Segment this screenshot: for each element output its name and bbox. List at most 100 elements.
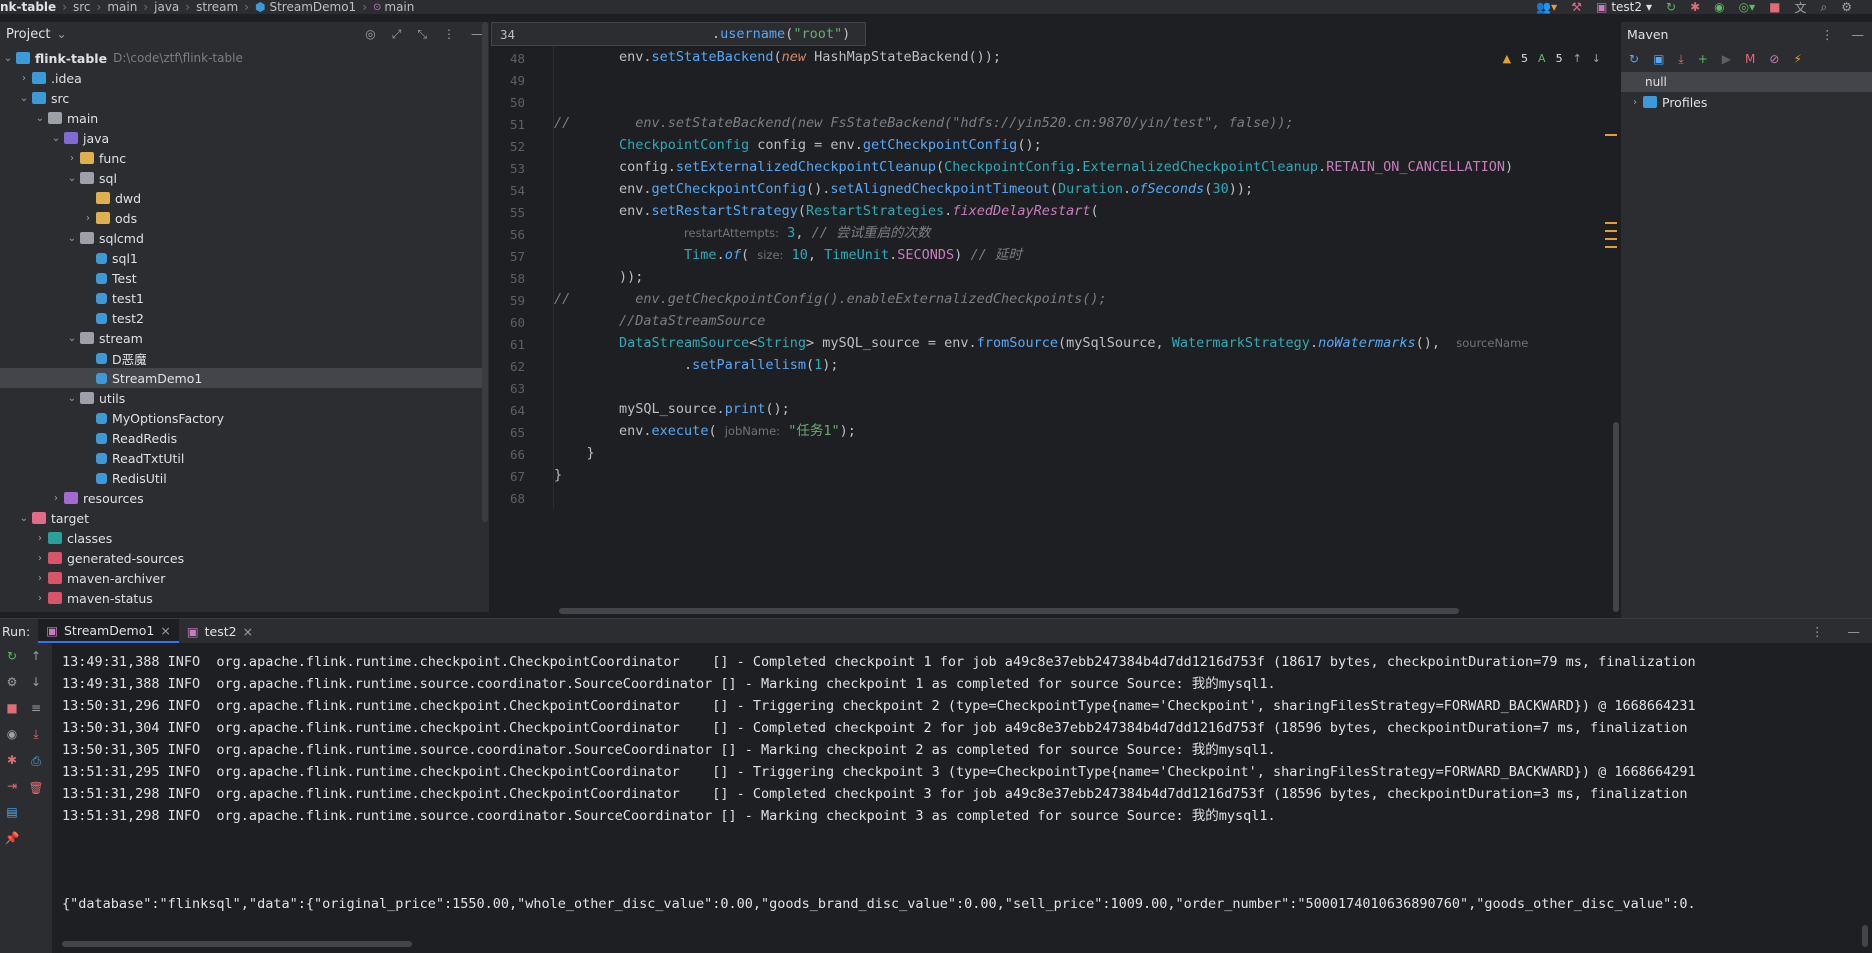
tree-item[interactable]: › classes xyxy=(0,528,482,548)
coverage-icon[interactable]: ◉ xyxy=(1714,0,1724,14)
chevron-right-icon[interactable]: › xyxy=(48,493,64,504)
tree-item[interactable]: ⌄ main xyxy=(0,108,482,128)
error-stripe-mark[interactable] xyxy=(1605,222,1617,224)
tree-item[interactable]: ⌄ sqlcmd xyxy=(0,228,482,248)
maven-tree-item-null[interactable]: null xyxy=(1621,72,1872,92)
chevron-down-icon[interactable]: ⌄ xyxy=(64,333,80,344)
camera-icon[interactable]: ◉ xyxy=(7,727,17,741)
console-horizontal-scrollbar[interactable] xyxy=(62,941,412,947)
tree-item[interactable]: › func xyxy=(0,148,482,168)
options-icon[interactable]: ⋮ xyxy=(1821,27,1834,42)
breadcrumb-class[interactable]: StreamDemo1 xyxy=(269,0,356,14)
inspection-widget[interactable]: ▲ 5 A 5 ↑ ↓ xyxy=(1503,52,1601,65)
code-editor[interactable]: 48 49 50 51 52 53 54 55 56 57 58 59 60 6… xyxy=(491,22,1619,618)
scroll-to-end-icon[interactable]: ⤓ xyxy=(33,727,38,742)
tree-item[interactable]: dwd xyxy=(0,188,482,208)
toggle-offline-icon[interactable]: M xyxy=(1745,52,1755,66)
tree-item[interactable]: ReadTxtUtil xyxy=(0,448,482,468)
tree-item[interactable]: MyOptionsFactory xyxy=(0,408,482,428)
next-highlight-icon[interactable]: ↓ xyxy=(1592,52,1601,65)
lightning-icon[interactable]: ⚡ xyxy=(1793,52,1801,66)
tree-item[interactable]: › generated-sources xyxy=(0,548,482,568)
chevron-down-icon[interactable]: ⌄ xyxy=(64,173,80,184)
print-icon[interactable]: ⎙ xyxy=(31,754,41,769)
debug-icon[interactable]: ✱ xyxy=(1690,0,1700,14)
tree-item[interactable]: StreamDemo1 xyxy=(0,368,482,388)
locate-icon[interactable]: ◎ xyxy=(365,27,375,41)
tree-item[interactable]: ⌄ src xyxy=(0,88,482,108)
options-icon[interactable]: ⋮ xyxy=(1811,624,1824,639)
chevron-down-icon[interactable]: ⌄ xyxy=(64,393,80,404)
profile-icon[interactable]: ◎▾ xyxy=(1739,0,1756,14)
expand-all-icon[interactable]: ⤢ xyxy=(392,27,402,42)
settings-icon[interactable]: ⚙ xyxy=(7,675,18,689)
sticky-line-header[interactable]: 34 .username("root") xyxy=(491,22,866,46)
chevron-right-icon[interactable]: › xyxy=(1627,97,1643,108)
breadcrumb-src[interactable]: src xyxy=(73,0,91,14)
stop-icon[interactable]: ■ xyxy=(6,701,17,715)
tree-item[interactable]: › .idea xyxy=(0,68,482,88)
reload-icon[interactable]: ↻ xyxy=(1629,52,1639,66)
editor-horizontal-scrollbar[interactable] xyxy=(559,608,1459,614)
console-vertical-scrollbar[interactable] xyxy=(1862,925,1868,947)
chevron-down-icon[interactable]: ⌄ xyxy=(16,93,32,104)
project-scrollbar[interactable] xyxy=(482,22,488,522)
chevron-right-icon[interactable]: › xyxy=(32,533,48,544)
collapse-all-icon[interactable]: ⤡ xyxy=(417,27,427,42)
scroll-up-icon[interactable]: ↑ xyxy=(31,649,41,663)
error-stripe-mark[interactable] xyxy=(1605,246,1617,248)
run-config-selector[interactable]: ▣ test2 ▾ xyxy=(1596,0,1652,14)
tree-item[interactable]: ⌄ java xyxy=(0,128,482,148)
translate-icon[interactable]: 文 xyxy=(1794,0,1806,16)
tree-item[interactable]: test2 xyxy=(0,308,482,328)
stop-icon[interactable]: ■ xyxy=(1769,0,1780,14)
error-stripe-mark[interactable] xyxy=(1605,134,1617,136)
tree-item[interactable]: ⌄ sql xyxy=(0,168,482,188)
maven-tree-item-profiles[interactable]: › Profiles xyxy=(1621,92,1872,112)
soft-wrap-icon[interactable]: ≡ xyxy=(31,701,41,715)
tree-item[interactable]: RedisUtil xyxy=(0,468,482,488)
tree-item[interactable]: ⌄ utils xyxy=(0,388,482,408)
search-icon[interactable]: ⌕ xyxy=(1821,0,1828,15)
editor-vertical-scrollbar[interactable] xyxy=(1613,422,1619,612)
hide-icon[interactable]: — xyxy=(1848,624,1861,639)
scroll-down-icon[interactable]: ↓ xyxy=(31,675,41,689)
chevron-right-icon[interactable]: › xyxy=(32,573,48,584)
prev-highlight-icon[interactable]: ↑ xyxy=(1573,52,1582,65)
tree-item[interactable]: Test xyxy=(0,268,482,288)
error-stripe-mark[interactable] xyxy=(1605,238,1617,240)
chevron-down-icon[interactable]: ⌄ xyxy=(64,233,80,244)
rerun-icon[interactable]: ↻ xyxy=(1666,0,1676,14)
breadcrumb-project[interactable]: nk-table xyxy=(0,0,56,14)
hammer-icon[interactable]: ⚒ xyxy=(1571,0,1582,14)
chevron-down-icon[interactable]: ⌄ xyxy=(56,27,66,41)
add-folder-icon[interactable]: ▣ xyxy=(1653,52,1664,66)
skip-tests-icon[interactable]: ⊘ xyxy=(1769,52,1779,66)
download-icon[interactable]: ⤓ xyxy=(1678,52,1683,67)
chevron-right-icon[interactable]: › xyxy=(80,213,96,224)
chevron-right-icon[interactable]: › xyxy=(32,593,48,604)
tree-item[interactable]: › maven-archiver xyxy=(0,568,482,588)
breadcrumb-stream[interactable]: stream xyxy=(196,0,238,14)
exit-icon[interactable]: ⇥ xyxy=(7,779,17,793)
breadcrumb-method[interactable]: main xyxy=(384,0,414,14)
tree-item[interactable]: sql1 xyxy=(0,248,482,268)
tree-item[interactable]: ⌄ flink-table D:\code\ztf\flink-table xyxy=(0,48,482,68)
tab-test2[interactable]: ▣ test2 × xyxy=(179,619,261,643)
close-icon[interactable]: × xyxy=(243,624,253,639)
debug-icon[interactable]: ✱ xyxy=(7,753,17,767)
chevron-right-icon[interactable]: › xyxy=(64,153,80,164)
options-icon[interactable]: ⋮ xyxy=(443,27,455,41)
tree-item[interactable]: D恶魔 xyxy=(0,348,482,368)
chevron-right-icon[interactable]: › xyxy=(32,553,48,564)
error-stripe-mark[interactable] xyxy=(1605,230,1617,232)
chevron-right-icon[interactable]: › xyxy=(16,73,32,84)
chevron-down-icon[interactable]: ⌄ xyxy=(32,113,48,124)
code-area[interactable]: env.setStateBackend(new HashMapStateBack… xyxy=(553,46,1613,508)
tree-item[interactable]: test1 xyxy=(0,288,482,308)
breadcrumb-main[interactable]: main xyxy=(107,0,137,14)
tab-streamdemo1[interactable]: ▣ StreamDemo1 × xyxy=(38,619,179,643)
add-icon[interactable]: + xyxy=(1698,52,1708,66)
hide-icon[interactable]: — xyxy=(1852,27,1865,42)
trash-icon[interactable]: 🗑 xyxy=(28,781,43,795)
